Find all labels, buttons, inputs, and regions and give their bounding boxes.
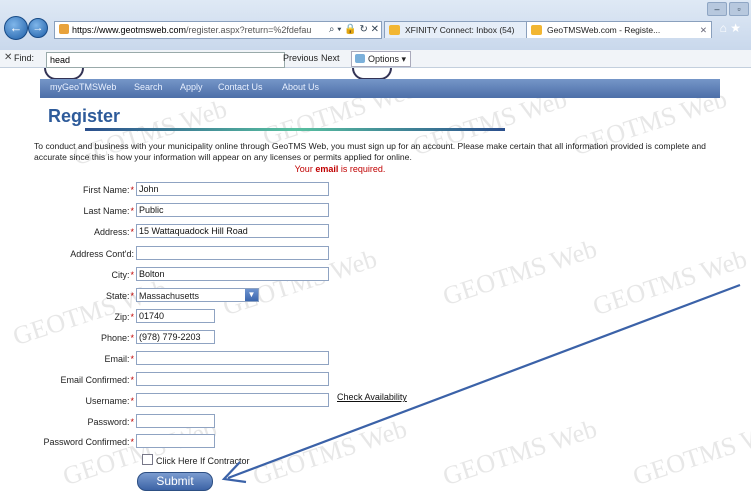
arrow-shaft xyxy=(227,283,741,480)
annotation-arrow xyxy=(221,283,741,484)
